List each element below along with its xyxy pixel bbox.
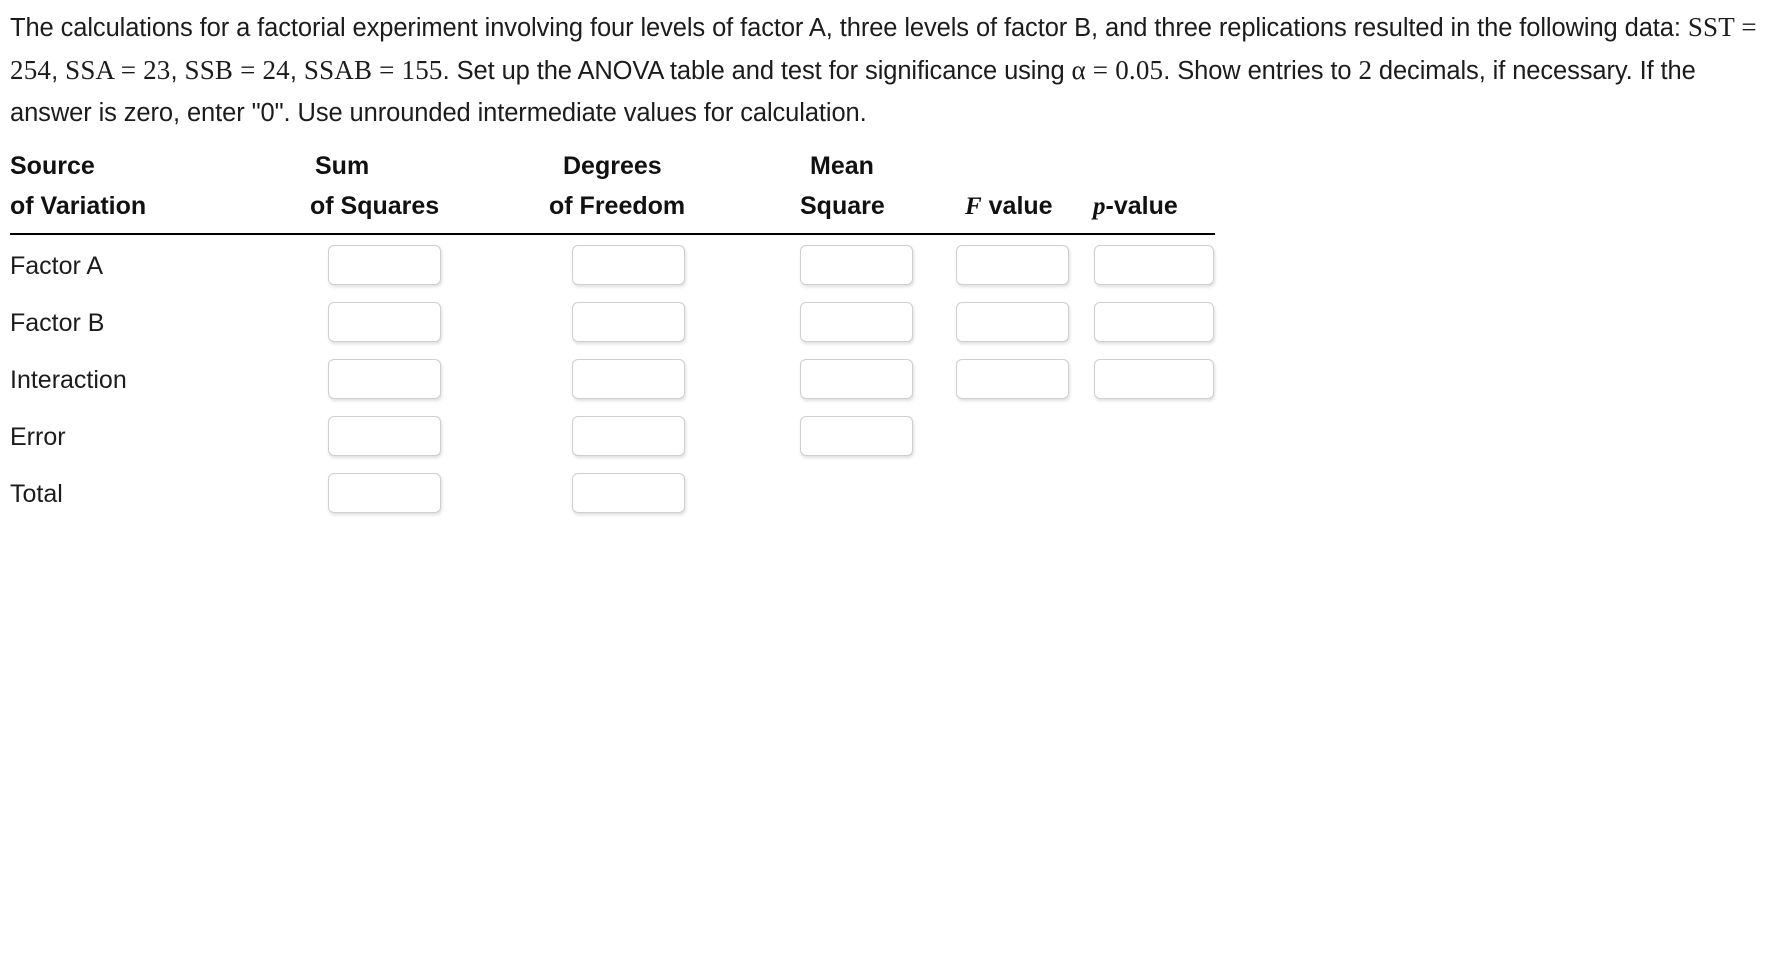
input-error-df[interactable]: [572, 416, 685, 456]
anova-table-body: Factor A Factor B Interaction Error Tota…: [10, 242, 1225, 513]
header-sum-bottom: of Squares: [310, 192, 440, 220]
problem-line-2-lead: data:: [1624, 14, 1688, 42]
math-alpha: α = 0.05: [1071, 55, 1164, 85]
input-factor-b-p[interactable]: [1094, 302, 1214, 342]
math-comma-1: ,: [51, 57, 59, 85]
math-two: 2: [1358, 55, 1372, 85]
problem-statement: The calculations for a factorial experim…: [0, 0, 1782, 134]
math-ssab: SSAB = 155: [303, 55, 443, 85]
input-interaction-df[interactable]: [572, 359, 685, 399]
math-comma-2: ,: [170, 57, 178, 85]
input-error-ms[interactable]: [800, 416, 913, 456]
math-ssa: SSA = 23: [65, 55, 171, 85]
header-p-value: p-value: [1093, 192, 1178, 221]
input-interaction-ss[interactable]: [328, 359, 441, 399]
problem-line-2-mid: . Set up the ANOVA table and test for si…: [442, 57, 1072, 85]
input-factor-b-ms[interactable]: [800, 302, 913, 342]
input-factor-a-df[interactable]: [572, 245, 685, 285]
row-label-factor-b: Factor B: [10, 309, 105, 337]
header-source-top: Source: [10, 152, 95, 180]
input-total-ss[interactable]: [328, 473, 441, 513]
math-ssb: SSB = 24: [184, 55, 290, 85]
row-label-factor-a: Factor A: [10, 252, 104, 280]
input-factor-a-ms[interactable]: [800, 245, 913, 285]
input-error-ss[interactable]: [328, 416, 441, 456]
input-factor-a-f[interactable]: [956, 245, 1069, 285]
row-label-total: Total: [10, 480, 63, 508]
input-factor-b-df[interactable]: [572, 302, 685, 342]
row-label-error: Error: [10, 423, 66, 451]
input-factor-a-ss[interactable]: [328, 245, 441, 285]
header-p-rest: -value: [1105, 192, 1178, 220]
header-df-top: Degrees: [563, 152, 662, 180]
input-factor-b-ss[interactable]: [328, 302, 441, 342]
exercise-page: The calculations for a factorial experim…: [0, 0, 1782, 980]
header-f-italic: F: [965, 193, 982, 220]
math-comma-3: ,: [289, 57, 297, 85]
header-mean-top: Mean: [810, 152, 874, 180]
problem-line-1: The calculations for a factorial experim…: [10, 14, 1618, 42]
row-label-interaction: Interaction: [10, 366, 127, 394]
header-mean-bottom: Square: [800, 192, 885, 220]
anova-table-header: Source of Variation Sum of Squares Degre…: [10, 152, 1225, 235]
header-source-bottom: of Variation: [10, 192, 147, 220]
header-p-italic: p: [1093, 193, 1106, 220]
header-f-value: F value: [965, 192, 1053, 221]
header-f-rest: value: [981, 192, 1053, 220]
header-rule: [10, 233, 1215, 235]
input-factor-a-p[interactable]: [1094, 245, 1214, 285]
input-interaction-ms[interactable]: [800, 359, 913, 399]
input-interaction-p[interactable]: [1094, 359, 1214, 399]
header-sum-top: Sum: [315, 152, 370, 180]
input-factor-b-f[interactable]: [956, 302, 1069, 342]
problem-line-2-tail: . Show entries to: [1163, 57, 1359, 85]
input-interaction-f[interactable]: [956, 359, 1069, 399]
header-df-bottom: of Freedom: [549, 192, 686, 220]
anova-table: Source of Variation Sum of Squares Degre…: [10, 152, 1225, 513]
input-total-df[interactable]: [572, 473, 685, 513]
